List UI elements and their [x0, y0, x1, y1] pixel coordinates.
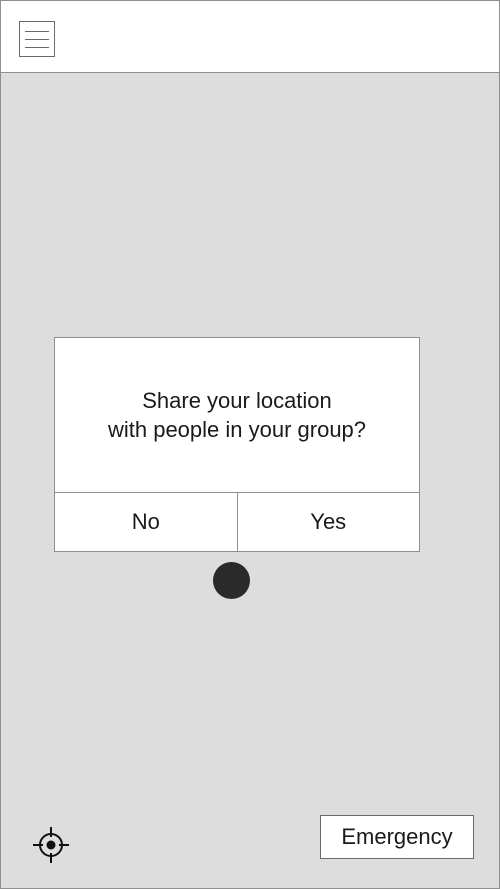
- menu-button[interactable]: [19, 21, 55, 57]
- top-bar: [1, 1, 499, 73]
- locate-me-button[interactable]: [32, 826, 70, 864]
- share-location-dialog: Share your location with people in your …: [54, 337, 420, 552]
- crosshair-locate-icon: [33, 827, 69, 863]
- dialog-buttons: No Yes: [55, 493, 419, 551]
- app-screen: Share your location with people in your …: [0, 0, 500, 889]
- dialog-message-line-2: with people in your group?: [107, 417, 367, 442]
- yes-button[interactable]: Yes: [237, 493, 419, 551]
- current-location-marker: [213, 562, 250, 599]
- emergency-button[interactable]: Emergency: [320, 815, 474, 859]
- dialog-message-line-1: Share your location: [142, 388, 332, 413]
- dialog-message: Share your location with people in your …: [55, 338, 419, 493]
- no-button[interactable]: No: [55, 493, 238, 551]
